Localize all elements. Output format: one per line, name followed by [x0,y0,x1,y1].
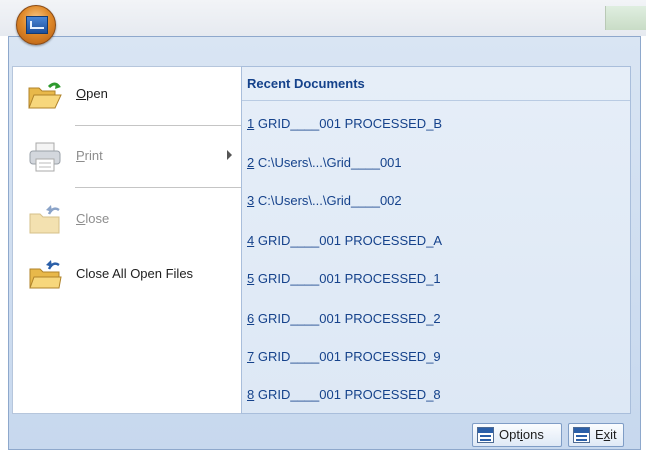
recent-item-6[interactable]: 6 GRID____001 PROCESSED_2 [247,309,441,329]
recent-item-3[interactable]: 3 C:\Users\...\Grid____002 [247,191,402,211]
menu-item-open[interactable]: Open [13,73,242,117]
close-all-label: Close All Open Files [76,266,194,281]
application-menu-button[interactable] [16,5,56,45]
recent-item-label: C:\Users\...\Grid____001 [254,155,402,170]
options-label-pre: Opt [499,427,520,442]
open-accel: O [76,86,87,101]
recent-item-label: GRID____001 PROCESSED_B [254,116,443,131]
recent-item-label: GRID____001 PROCESSED_2 [254,311,441,326]
recent-item-label: GRID____001 PROCESSED_A [254,233,443,248]
menu-item-close-all[interactable]: Close All Open Files [13,253,242,297]
ribbon-edge [605,6,646,30]
window-title-strip [0,0,646,36]
exit-label-pre: E [595,427,604,442]
recent-item-2[interactable]: 2 C:\Users\...\Grid____001 [247,153,402,173]
recent-item-label: C:\Users\...\Grid____002 [254,193,402,208]
printer-icon [29,142,61,172]
recent-item-label: GRID____001 PROCESSED_1 [254,271,441,286]
recent-item-4[interactable]: 4 GRID____001 PROCESSED_A [247,231,442,251]
print-label: rint [84,148,103,163]
exit-label-post: it [610,427,617,442]
menu-separator [75,187,242,188]
close-file-icon [29,205,60,234]
recent-item-5[interactable]: 5 GRID____001 PROCESSED_1 [247,269,441,289]
recent-item-8[interactable]: 8 GRID____001 PROCESSED_8 [247,385,441,405]
recent-documents-header: Recent Documents [242,67,630,101]
recent-item-label: GRID____001 PROCESSED_8 [254,387,441,402]
menu-item-close[interactable]: Close [13,198,242,242]
hdr-exit-icon [573,427,590,443]
csv-options-icon [477,427,494,443]
command-pane: Open Print Close Close All Open Files [12,66,242,414]
recent-item-1[interactable]: 1 GRID____001 PROCESSED_B [247,114,442,134]
print-accel: P [76,148,85,163]
exit-button[interactable]: Exit [568,423,624,447]
app-menu-icon [26,16,48,34]
options-label-post: ons [522,427,544,442]
close-label: lose [85,211,110,226]
menu-separator [75,125,242,126]
close-all-files-icon [29,260,62,289]
recent-documents-pane: Recent Documents 1 GRID____001 PROCESSED… [241,66,631,414]
open-label: pen [86,86,108,101]
open-folder-icon [28,82,62,109]
menu-item-print[interactable]: Print [13,135,242,179]
close-accel: C [76,211,86,226]
recent-item-label: GRID____001 PROCESSED_9 [254,349,441,364]
submenu-arrow-icon [227,150,232,160]
options-button[interactable]: Options [472,423,562,447]
recent-documents-title: Recent Documents [247,76,365,91]
recent-item-7[interactable]: 7 GRID____001 PROCESSED_9 [247,347,441,367]
